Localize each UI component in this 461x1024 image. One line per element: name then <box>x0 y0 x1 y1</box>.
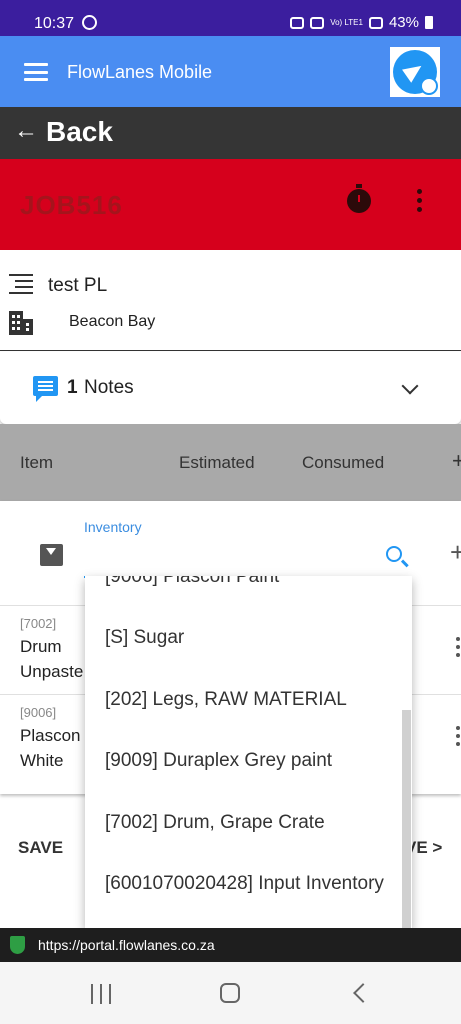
download-icon[interactable] <box>40 544 63 566</box>
battery-icon <box>425 16 433 29</box>
back-button[interactable]: ← Back <box>0 107 461 159</box>
more-options-icon[interactable] <box>417 189 423 213</box>
compass-icon <box>420 77 438 95</box>
dropdown-option[interactable]: [202] Legs, RAW MATERIAL <box>105 685 390 715</box>
chevron-down-icon[interactable] <box>401 377 419 395</box>
notes-label: Notes <box>84 377 134 398</box>
table-header: Item Estimated Consumed + <box>0 424 461 501</box>
battery-percent: 43% <box>388 14 419 31</box>
inventory-label: Inventory <box>84 519 142 535</box>
dropdown-option[interactable]: [9006] Plascon Paint <box>105 576 390 592</box>
menu-icon[interactable] <box>24 63 48 81</box>
back-nav-icon[interactable] <box>353 983 373 1003</box>
signal-label: Vo) LTE1 <box>330 17 363 27</box>
comment-icon <box>33 376 58 402</box>
app-logo <box>390 47 440 97</box>
add-item-icon[interactable]: + <box>450 537 461 568</box>
app-bar: FlowLanes Mobile <box>0 36 461 107</box>
url-bar: https://portal.flowlanes.co.za <box>0 928 461 962</box>
system-nav-bar <box>0 962 461 1024</box>
job-header: JOB516 <box>0 159 461 250</box>
row-name: Plascon <box>20 726 81 745</box>
back-label: Back <box>46 116 113 147</box>
description-icon <box>9 274 33 296</box>
dropdown-option[interactable]: [6001070020428] Input Inventory <box>105 869 390 899</box>
job-info: test PL Beacon Bay <box>0 250 461 351</box>
row-name: White <box>20 751 64 770</box>
job-location: Beacon Bay <box>69 313 156 330</box>
inventory-input[interactable] <box>84 541 412 578</box>
row-more-icon[interactable] <box>456 637 460 661</box>
search-icon[interactable] <box>386 546 402 562</box>
add-column-icon[interactable]: + <box>452 448 461 474</box>
job-id: JOB516 <box>20 190 123 220</box>
signal-icon <box>368 16 383 29</box>
notes-count: 1 <box>67 377 78 398</box>
status-bar: 10:37 Vo) LTE1 43% <box>0 0 461 36</box>
notes-panel[interactable]: 1 Notes <box>0 352 461 424</box>
save-button[interactable]: SAVE <box>18 838 63 858</box>
whatsapp-icon <box>82 15 97 30</box>
dropdown-option[interactable]: [7002] Drum, Grape Crate <box>105 808 390 838</box>
row-code: [7002] <box>20 616 57 631</box>
dropdown-option[interactable]: [9009] Duraplex Grey paint <box>105 746 390 776</box>
url-text: https://portal.flowlanes.co.za <box>38 937 215 953</box>
home-icon[interactable] <box>220 983 240 1003</box>
alarm-icon <box>290 16 305 29</box>
arrow-left-icon: ← <box>14 117 38 144</box>
row-name: Unpaste <box>20 662 84 681</box>
building-icon <box>9 311 33 335</box>
row-name: Drum <box>20 637 62 656</box>
stopwatch-icon[interactable] <box>347 184 371 213</box>
status-icons: Vo) LTE1 43% <box>290 14 433 31</box>
row-more-icon[interactable] <box>456 726 460 750</box>
app-title: FlowLanes Mobile <box>67 62 213 82</box>
status-time: 10:37 <box>34 15 75 32</box>
shield-icon <box>10 936 25 954</box>
column-consumed: Consumed <box>302 453 385 472</box>
job-name: test PL <box>48 275 108 296</box>
inventory-dropdown: [9006] Plascon Paint [S] Sugar [202] Leg… <box>85 576 412 928</box>
recents-icon[interactable] <box>91 984 111 1004</box>
dropdown-option[interactable]: [S] Sugar <box>105 623 390 653</box>
wifi-icon <box>310 16 325 29</box>
row-code: [9006] <box>20 705 57 720</box>
column-estimated: Estimated <box>179 453 255 472</box>
column-item: Item <box>20 453 54 472</box>
dropdown-scrollbar[interactable] <box>402 710 411 928</box>
